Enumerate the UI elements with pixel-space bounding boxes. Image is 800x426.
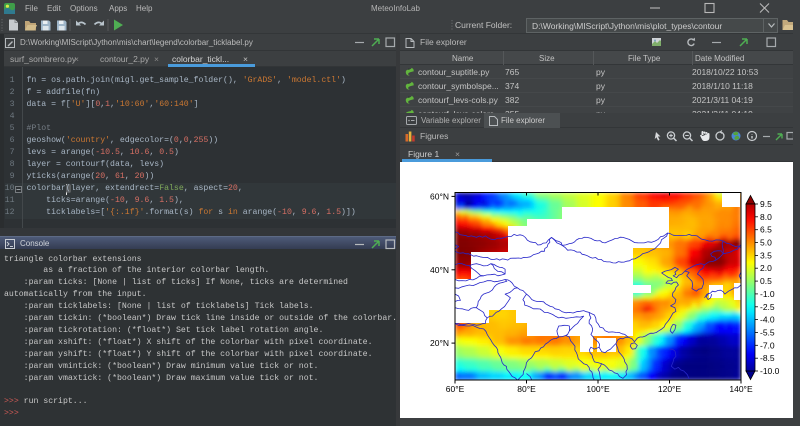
- svg-text:-5.5: -5.5: [760, 328, 775, 338]
- svg-text:40°N: 40°N: [430, 265, 449, 275]
- svg-text:8.0: 8.0: [760, 212, 772, 222]
- svg-text:6.5: 6.5: [760, 225, 772, 235]
- svg-text:5.0: 5.0: [760, 238, 772, 248]
- svg-text:140°E: 140°E: [729, 384, 753, 394]
- svg-text:3.5: 3.5: [760, 250, 772, 260]
- svg-text:-8.5: -8.5: [760, 353, 775, 363]
- svg-text:-10.0: -10.0: [760, 366, 780, 376]
- svg-text:100°E: 100°E: [586, 384, 610, 394]
- svg-text:-7.0: -7.0: [760, 340, 775, 350]
- svg-text:80°E: 80°E: [517, 384, 536, 394]
- svg-text:2.0: 2.0: [760, 263, 772, 273]
- svg-text:-1.0: -1.0: [760, 289, 775, 299]
- svg-text:120°E: 120°E: [658, 384, 682, 394]
- svg-text:60°E: 60°E: [446, 384, 465, 394]
- svg-text:-2.5: -2.5: [760, 302, 775, 312]
- svg-text:9.5: 9.5: [760, 199, 772, 209]
- svg-text:20°N: 20°N: [430, 338, 449, 348]
- svg-text:60°N: 60°N: [430, 191, 449, 201]
- svg-text:-4.0: -4.0: [760, 315, 775, 325]
- svg-text:0.5: 0.5: [760, 276, 772, 286]
